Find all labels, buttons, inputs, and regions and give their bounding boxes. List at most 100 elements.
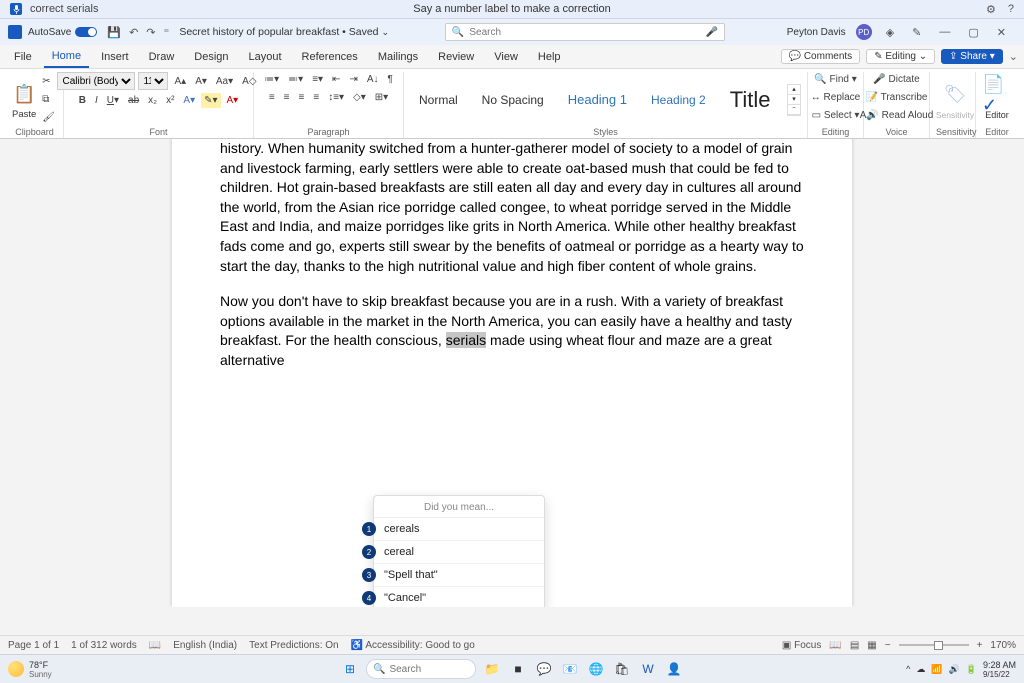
strikethrough-button[interactable]: ab — [125, 93, 142, 108]
document-name[interactable]: Secret history of popular breakfast • Sa… — [179, 26, 378, 38]
tray-cloud-icon[interactable]: ☁ — [916, 664, 925, 675]
paste-button[interactable]: 📋 Paste — [12, 79, 36, 120]
dictate-button[interactable]: 🎤 Dictate — [870, 72, 922, 87]
autosave-toggle[interactable]: AutoSave — [28, 27, 97, 38]
share-button[interactable]: ⇪ Share ▾ — [941, 49, 1003, 64]
taskbar-app-5[interactable]: 👤 — [664, 659, 684, 679]
ribbon-collapse-icon[interactable]: ⌄ — [1009, 50, 1018, 63]
zoom-out-button[interactable]: − — [885, 640, 891, 651]
tab-view[interactable]: View — [486, 47, 526, 67]
read-aloud-button[interactable]: A🔊 Read Aloud — [857, 108, 937, 123]
line-spacing-icon[interactable]: ↕≡▾ — [325, 90, 347, 105]
copy-icon[interactable]: ⧉ — [39, 92, 58, 107]
voice-settings-icon[interactable]: ⚙ — [986, 3, 996, 16]
styles-scroller[interactable]: ▴▾⁼ — [787, 84, 801, 116]
minimize-button[interactable]: — — [935, 26, 954, 38]
tab-mailings[interactable]: Mailings — [370, 47, 426, 67]
sensitivity-button[interactable]: 🏷 Sensitivity — [936, 80, 974, 120]
status-page[interactable]: Page 1 of 1 — [8, 640, 59, 651]
replace-button[interactable]: ↔ Replace — [808, 90, 863, 105]
numbering-icon[interactable]: ≕▾ — [285, 72, 306, 87]
text-effects-icon[interactable]: A▾ — [180, 93, 198, 108]
paragraph-1[interactable]: history. When humanity switched from a h… — [220, 139, 804, 276]
diamond-icon[interactable]: ◈ — [882, 26, 898, 39]
styles-gallery[interactable]: Normal No Spacing Heading 1 Heading 2 Ti… — [410, 82, 784, 118]
style-title[interactable]: Title — [721, 82, 780, 118]
tray-volume-icon[interactable]: 🔊 — [949, 664, 960, 675]
tell-me-search[interactable]: 🔍 Search 🎤 — [445, 23, 725, 41]
align-center-icon[interactable]: ≡ — [281, 90, 293, 105]
taskbar-app-3[interactable]: 💬 — [534, 659, 554, 679]
style-nospacing[interactable]: No Spacing — [473, 88, 553, 112]
underline-button[interactable]: U▾ — [104, 93, 122, 108]
tab-layout[interactable]: Layout — [241, 47, 290, 67]
superscript-button[interactable]: x² — [163, 93, 177, 108]
editor-button[interactable]: 📄✓ Editor — [982, 80, 1012, 120]
tab-file[interactable]: File — [6, 47, 40, 67]
shrink-font-icon[interactable]: A▾ — [192, 74, 210, 89]
taskbar-app-1[interactable]: 📁 — [482, 659, 502, 679]
style-normal[interactable]: Normal — [410, 88, 467, 112]
change-case-icon[interactable]: Aa▾ — [213, 74, 236, 89]
maximize-button[interactable]: ▢ — [964, 26, 982, 39]
sort-icon[interactable]: A↓ — [364, 72, 382, 87]
save-icon[interactable]: 💾 — [107, 26, 121, 39]
transcribe-button[interactable]: 📝 Transcribe — [863, 90, 931, 105]
find-button[interactable]: 🔍 Find ▾ — [811, 72, 860, 87]
grow-font-icon[interactable]: A▴ — [171, 74, 189, 89]
weather-widget[interactable]: 78°F Sunny — [8, 660, 52, 679]
taskbar-store-icon[interactable]: 🛍 — [612, 659, 632, 679]
tab-draw[interactable]: Draw — [141, 47, 183, 67]
highlight-icon[interactable]: ✎▾ — [201, 93, 220, 108]
status-language[interactable]: English (India) — [173, 640, 237, 651]
taskbar-app-2[interactable]: ■ — [508, 659, 528, 679]
tray-chevron-icon[interactable]: ^ — [906, 664, 910, 674]
tray-battery-icon[interactable]: 🔋 — [966, 664, 977, 675]
justify-icon[interactable]: ≡ — [310, 90, 322, 105]
redo-icon[interactable]: ↷ — [146, 26, 155, 39]
pen-icon[interactable]: ✎ — [908, 26, 925, 39]
zoom-level[interactable]: 170% — [990, 640, 1016, 651]
tray-wifi-icon[interactable]: 📶 — [931, 664, 942, 675]
suggestion-item-3[interactable]: 3 "Spell that" — [374, 564, 544, 587]
read-mode-icon[interactable]: 📖 — [829, 640, 841, 651]
taskbar-app-4[interactable]: 📧 — [560, 659, 580, 679]
status-accessibility[interactable]: ♿ Accessibility: Good to go — [351, 640, 475, 651]
multilevel-icon[interactable]: ≡▾ — [309, 72, 326, 87]
suggestion-item-1[interactable]: 1 cereals — [374, 518, 544, 541]
font-name-select[interactable]: Calibri (Body) — [57, 72, 135, 90]
shading-icon[interactable]: ◇▾ — [350, 90, 369, 105]
status-predictions[interactable]: Text Predictions: On — [249, 640, 338, 651]
focus-button[interactable]: ▣ Focus — [782, 640, 821, 651]
bold-button[interactable]: B — [76, 93, 89, 108]
italic-button[interactable]: I — [92, 93, 101, 108]
paragraph-2[interactable]: Now you don't have to skip breakfast bec… — [220, 292, 804, 370]
status-spellcheck-icon[interactable]: 📖 — [149, 640, 161, 651]
bullets-icon[interactable]: ≔▾ — [261, 72, 282, 87]
borders-icon[interactable]: ⊞▾ — [372, 90, 391, 105]
qat-dropdown-icon[interactable]: ⁼ — [164, 26, 170, 39]
align-right-icon[interactable]: ≡ — [296, 90, 308, 105]
document-canvas[interactable]: history. When humanity switched from a h… — [0, 139, 1024, 607]
font-size-select[interactable]: 11 — [138, 72, 168, 90]
status-words[interactable]: 1 of 312 words — [71, 640, 137, 651]
taskbar-edge-icon[interactable]: 🌐 — [586, 659, 606, 679]
font-color-icon[interactable]: A▾ — [224, 93, 242, 108]
print-layout-icon[interactable]: ▤ — [850, 640, 859, 651]
user-avatar[interactable]: PD — [856, 24, 872, 40]
select-button[interactable]: ▭ Select ▾ — [809, 108, 863, 123]
zoom-in-button[interactable]: + — [977, 640, 983, 651]
align-left-icon[interactable]: ≡ — [266, 90, 278, 105]
suggestion-item-4[interactable]: 4 "Cancel" — [374, 587, 544, 607]
doc-name-dropdown-icon[interactable]: ⌄ — [382, 27, 390, 38]
paragraph-marks-icon[interactable]: ¶ — [385, 72, 396, 87]
tab-review[interactable]: Review — [430, 47, 482, 67]
tab-home[interactable]: Home — [44, 46, 89, 68]
cut-icon[interactable]: ✂ — [39, 74, 58, 89]
format-painter-icon[interactable]: 🖌 — [39, 110, 58, 125]
close-button[interactable]: ✕ — [993, 26, 1010, 39]
decrease-indent-icon[interactable]: ⇤ — [329, 72, 343, 87]
selected-word[interactable]: serials — [446, 332, 486, 348]
tab-design[interactable]: Design — [186, 47, 236, 67]
comments-button[interactable]: 💬 Comments — [781, 49, 861, 64]
